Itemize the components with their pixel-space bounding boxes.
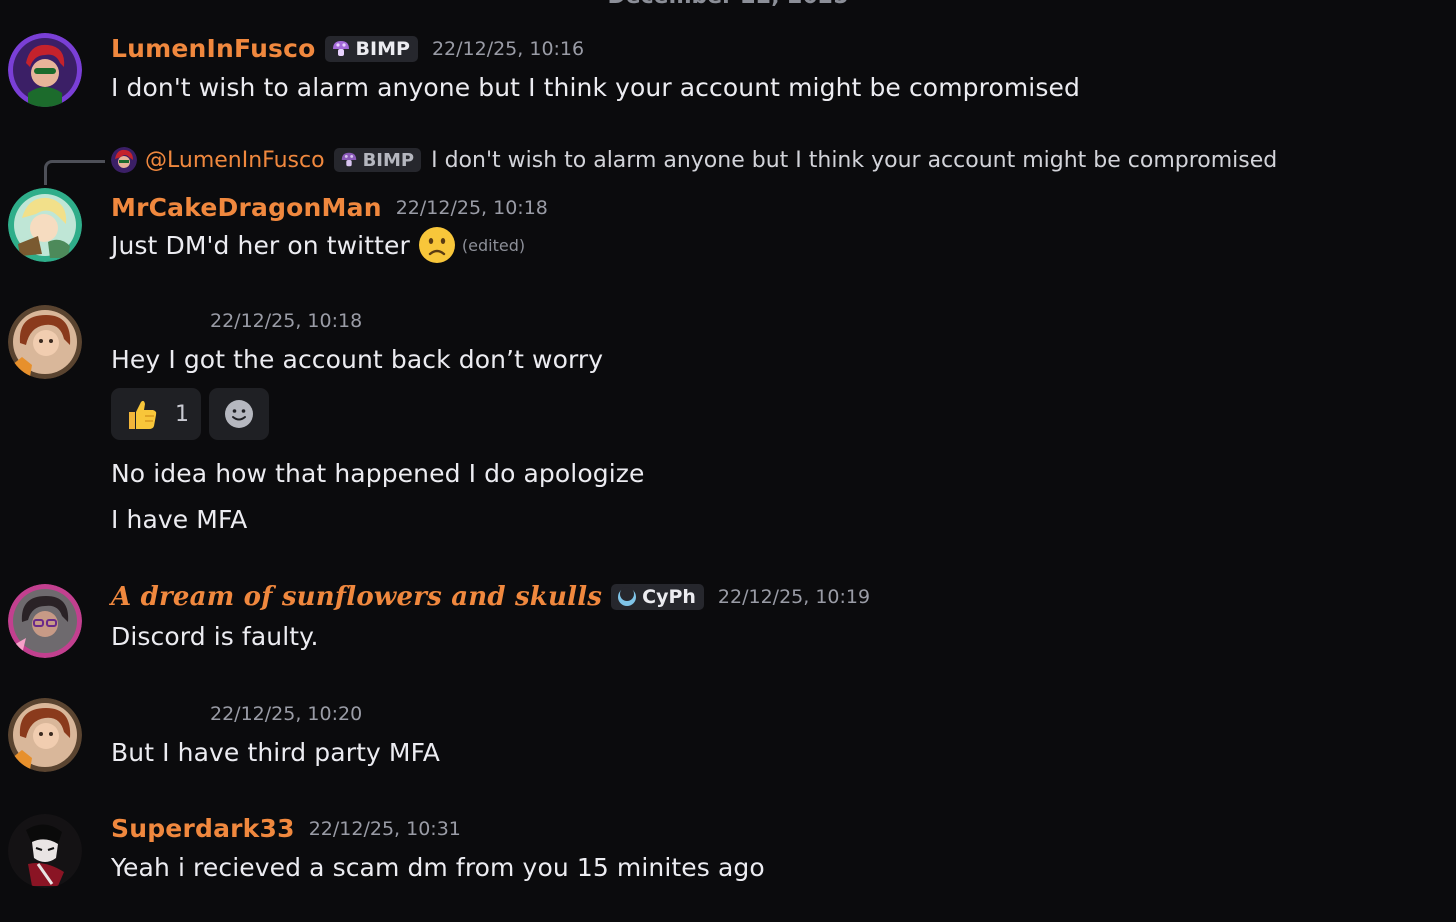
message-text: No idea how that happened I do apologize (111, 459, 645, 488)
reaction-thumbs-up[interactable]: 1 (111, 388, 201, 440)
avatar[interactable] (8, 305, 82, 379)
tag-label: BIMP (355, 37, 410, 60)
timestamp[interactable]: 22/12/25, 10:19 (718, 586, 870, 608)
timestamp[interactable]: 22/12/25, 10:20 (210, 703, 362, 725)
reactions-bar: 1 (111, 388, 269, 440)
username[interactable]: LumenInFusco (111, 34, 316, 63)
message-text: Just DM'd her on twitter (111, 230, 410, 260)
timestamp[interactable]: 22/12/25, 10:18 (396, 197, 548, 219)
message: 22/12/25, 10:20 But I have third party M… (0, 686, 1456, 786)
slightly-frowning-face-icon (418, 226, 456, 264)
server-tag[interactable]: BIMP (324, 35, 418, 62)
username[interactable]: A dream of sunflowers and skulls (111, 582, 602, 612)
avatar[interactable] (8, 188, 82, 262)
message-text: Yeah i recieved a scam dm from you 15 mi… (111, 853, 765, 882)
reaction-count: 1 (175, 401, 189, 427)
add-reaction-button[interactable] (209, 388, 269, 440)
edited-label: (edited) (461, 235, 526, 255)
server-tag[interactable]: CyPh (611, 584, 704, 610)
timestamp[interactable]: 22/12/25, 10:31 (309, 818, 461, 840)
avatar[interactable] (8, 814, 82, 888)
message-text: Hey I got the account back don’t worry (111, 345, 604, 374)
moon-icon (618, 587, 637, 606)
tag-label: CyPh (642, 586, 696, 608)
mushroom-icon (332, 40, 349, 56)
smiley-icon (225, 400, 253, 428)
message: Superdark33 22/12/25, 10:31 Yeah i recie… (0, 800, 1456, 910)
timestamp[interactable]: 22/12/25, 10:18 (210, 310, 362, 332)
username[interactable]: MrCakeDragonMan (111, 193, 382, 222)
message: MrCakeDragonMan 22/12/25, 10:18 Just DM'… (0, 130, 1456, 280)
message-text: I don't wish to alarm anyone but I think… (111, 73, 1080, 102)
thumbs-up-icon (129, 400, 157, 429)
message-text: Discord is faulty. (111, 622, 319, 651)
username[interactable]: Superdark33 (111, 814, 295, 843)
message-text: But I have third party MFA (111, 738, 440, 767)
message-text: I have MFA (111, 505, 248, 534)
timestamp[interactable]: 22/12/25, 10:16 (432, 38, 584, 60)
message: A dream of sunflowers and skulls CyPh 22… (0, 570, 1456, 670)
avatar[interactable] (8, 33, 82, 107)
avatar[interactable] (8, 698, 82, 772)
avatar[interactable] (8, 584, 82, 658)
message: LumenInFusco BIMP 22/12/25, 10:16 I don'… (0, 0, 1456, 130)
